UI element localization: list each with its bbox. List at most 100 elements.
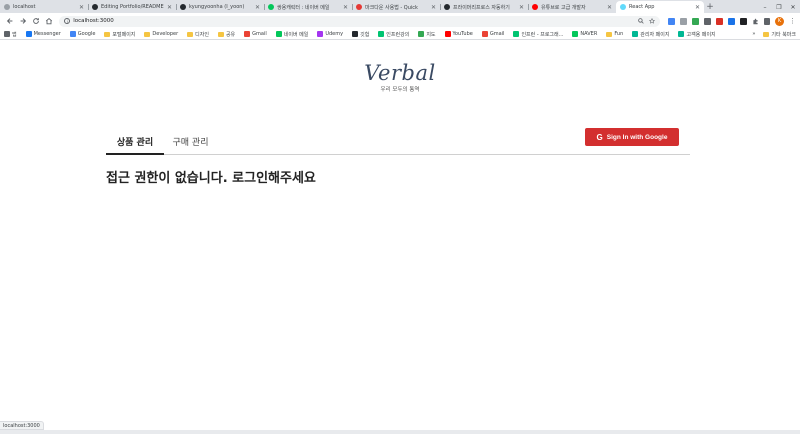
tab-title: 쌍용캐릭터 : 네이버 메일 <box>277 4 330 11</box>
translate-extension-icon[interactable] <box>667 17 675 25</box>
tab-title: 유튜브로 고급 개발자 <box>541 4 586 11</box>
forward-button[interactable] <box>17 15 30 28</box>
page-content: Verbal 우리 모두의 통역 상품 관리 구매 관리 G Sign In w… <box>0 41 800 421</box>
other-bookmarks-label[interactable]: 기타 북마크 <box>771 31 796 38</box>
google-g-icon: G <box>596 132 603 142</box>
bookmark-label: 지도 <box>426 31 436 38</box>
browser-tab[interactable]: 마크다운 사용법 - Quick ✕ <box>352 1 440 13</box>
back-button[interactable] <box>4 15 17 28</box>
bookmark-item[interactable]: 관리자 페이지 <box>632 31 669 38</box>
home-button[interactable] <box>42 15 55 28</box>
tab-favicon-icon <box>444 4 450 10</box>
bookmark-item[interactable]: Google <box>69 31 95 37</box>
camera-extension-icon[interactable] <box>679 17 687 25</box>
green-extension-icon[interactable] <box>691 17 699 25</box>
bookmark-item[interactable]: 깃헙 <box>352 31 369 38</box>
tab-close-icon[interactable]: ✕ <box>343 4 348 11</box>
red-extension-icon[interactable] <box>715 17 723 25</box>
bookmark-label: YouTube <box>452 31 473 37</box>
customer-icon <box>678 31 685 37</box>
bookmark-item[interactable]: Fun <box>606 31 623 37</box>
bookmark-item[interactable]: Gmail <box>244 31 267 37</box>
google-icon <box>69 31 76 37</box>
browser-tab[interactable]: localhost ✕ <box>0 1 88 13</box>
bookmark-label: NAVER <box>580 31 598 37</box>
tab-close-icon[interactable]: ✕ <box>431 4 436 11</box>
browser-tab[interactable]: Editing Portfolio/README ✕ <box>88 1 176 13</box>
bookmark-label: 인프런 - 프로그래... <box>521 31 564 38</box>
bookmark-item[interactable]: 앱 <box>4 31 17 38</box>
address-bar[interactable]: i localhost:3000 <box>59 15 660 27</box>
reload-button[interactable] <box>30 15 43 28</box>
browser-tab[interactable]: kyungyoonha (I_yoon) ✕ <box>176 1 264 13</box>
bookmark-item[interactable]: YouTube <box>444 31 473 37</box>
tab-close-icon[interactable]: ✕ <box>79 4 84 11</box>
tab-purchase-management[interactable]: 구매 관리 <box>164 135 217 155</box>
new-tab-button[interactable]: + <box>704 1 716 13</box>
zoom-icon[interactable] <box>638 18 644 24</box>
bookmark-item[interactable]: 디자인 <box>187 31 209 38</box>
bookmark-star-icon[interactable] <box>648 18 655 24</box>
tab-close-icon[interactable]: ✕ <box>255 4 260 11</box>
bookmark-item[interactable]: Udemy <box>317 31 343 37</box>
bookmark-item[interactable]: 네이버 메일 <box>275 31 308 38</box>
bookmark-item[interactable]: Developer <box>144 31 178 37</box>
browser-tab[interactable]: React App ✕ <box>616 1 704 13</box>
tab-product-management[interactable]: 상품 관리 <box>106 135 164 155</box>
maps-icon <box>418 31 425 37</box>
profile-avatar[interactable]: K <box>774 16 784 26</box>
tab-title: kyungyoonha (I_yoon) <box>189 4 245 10</box>
bookmark-label: 공유 <box>225 31 236 38</box>
browser-toolbar: i localhost:3000 K ⋮ <box>0 13 800 29</box>
restore-button[interactable]: ❐ <box>772 4 786 11</box>
bookmark-item[interactable]: 지도 <box>418 31 436 38</box>
inflearn-icon <box>378 31 385 37</box>
site-info-icon[interactable]: i <box>64 18 71 24</box>
window-bottom-edge <box>0 430 800 434</box>
bookmark-label: Gmail <box>252 31 267 37</box>
status-url: localhost:3000 <box>3 422 40 429</box>
signin-button-label: Sign In with Google <box>606 133 668 141</box>
bookmark-item[interactable]: Messenger <box>25 31 61 37</box>
minimize-button[interactable]: – <box>758 4 772 11</box>
bookmark-item[interactable]: NAVER <box>572 31 597 37</box>
bookmarks-container: 앱 Messenger Google 포털페이지 Developer 디자인 공유 Gmail… <box>4 31 725 38</box>
extensions-puzzle-icon[interactable] <box>752 18 759 25</box>
gmail-icon <box>481 31 488 37</box>
bookmark-item[interactable]: 인프런 - 프로그래... <box>513 31 563 38</box>
tab-close-icon[interactable]: ✕ <box>167 4 172 11</box>
close-window-button[interactable]: ✕ <box>786 4 800 11</box>
extensions-row: K ⋮ <box>667 16 796 26</box>
bookmark-item[interactable]: 공유 <box>217 31 236 38</box>
bookmark-label: 관리자 페이지 <box>640 31 670 38</box>
admin-icon <box>632 31 639 37</box>
app-logo[interactable]: Verbal 우리 모두의 통역 <box>0 61 800 93</box>
bookmark-item[interactable]: 인프런강의 <box>378 31 409 38</box>
browser-tab[interactable]: 유튜브로 고급 개발자 ✕ <box>528 1 616 13</box>
media-extension-icon[interactable] <box>763 17 770 25</box>
google-signin-button[interactable]: G Sign In with Google <box>585 128 679 146</box>
browser-tab[interactable]: 쌍용캐릭터 : 네이버 메일 ✕ <box>264 1 352 13</box>
browser-tab[interactable]: 프라이머리프로스 자동하기 ✕ <box>440 1 528 13</box>
bookmark-item[interactable]: 고객용 페이지 <box>678 31 716 38</box>
folder-icon <box>187 31 194 37</box>
bookmark-label: 깃헙 <box>360 31 370 38</box>
bookmarks-bar: 앱 Messenger Google 포털페이지 Developer 디자인 공유 Gmail… <box>0 29 800 40</box>
tab-close-icon[interactable]: ✕ <box>519 4 524 11</box>
bookmark-label: 디자인 <box>195 31 209 38</box>
folder-icon <box>217 31 224 37</box>
home-icon <box>45 18 52 25</box>
dark-extension-icon[interactable] <box>739 17 747 25</box>
other-bookmarks-folder-icon <box>763 31 770 37</box>
browser-menu-icon[interactable]: ⋮ <box>789 17 796 25</box>
bookmark-item[interactable]: Gmail <box>481 31 504 37</box>
naver-icon <box>275 31 282 37</box>
bookmarks-overflow-button[interactable]: » <box>752 31 755 37</box>
inflearn-icon <box>513 31 520 37</box>
grid-extension-icon[interactable] <box>703 17 711 25</box>
tab-close-icon[interactable]: ✕ <box>695 4 700 11</box>
bookmark-label: 인프런강의 <box>386 31 410 38</box>
bookmark-item[interactable]: 포털페이지 <box>104 31 135 38</box>
vscode-extension-icon[interactable] <box>727 17 735 25</box>
tab-close-icon[interactable]: ✕ <box>607 4 612 11</box>
